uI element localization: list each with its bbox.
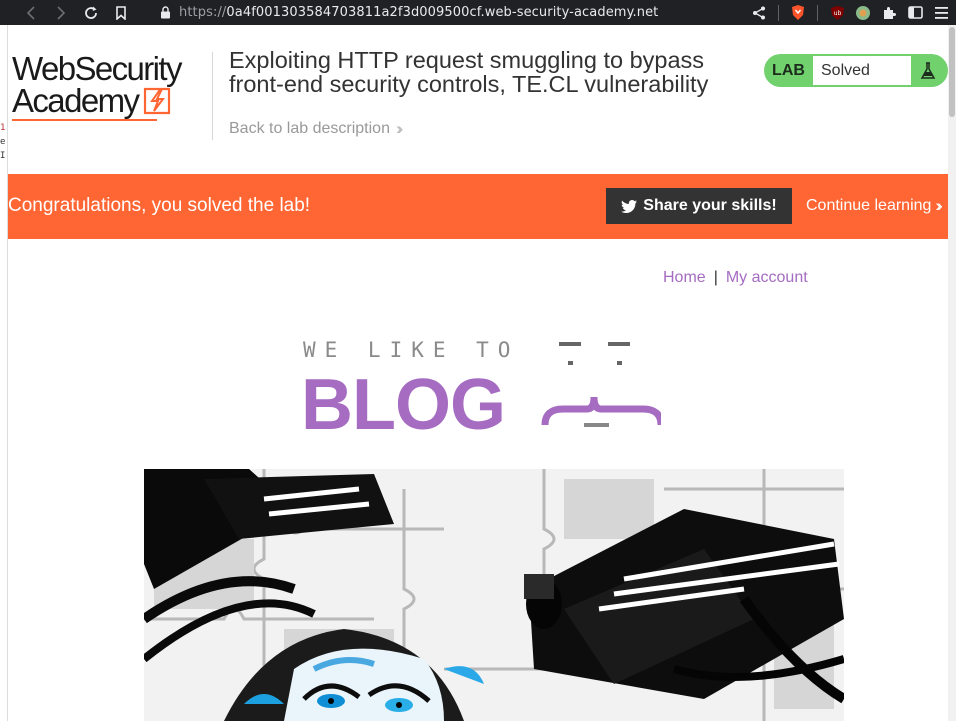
logo-bolt-icon	[144, 87, 171, 115]
header-divider	[212, 52, 213, 140]
svg-text:ub: ub	[833, 10, 841, 17]
page-content: WebSecurity Academy Exploiting HTTP requ…	[8, 25, 948, 721]
scrollbar-thumb[interactable]	[949, 27, 955, 117]
lab-status-widget: LAB Solved	[764, 54, 948, 87]
logo-line-1: WebSecurity	[12, 50, 182, 87]
congratulations-banner: Congratulations, you solved the lab! Sha…	[8, 174, 948, 239]
lab-title: Exploiting HTTP request smuggling to byp…	[229, 47, 709, 97]
ublock-icon[interactable]: ub	[824, 0, 850, 25]
twitter-icon	[621, 199, 638, 213]
brave-shield-icon[interactable]	[785, 0, 811, 25]
extension-circle-icon[interactable]	[850, 0, 876, 25]
logo-line-2: Academy	[12, 82, 140, 119]
share-skills-button[interactable]: Share your skills!	[606, 188, 792, 224]
toolbar-divider	[778, 4, 779, 21]
page-scrollbar[interactable]	[948, 25, 956, 721]
adjacent-window-edge: 1 e I	[0, 25, 8, 721]
browser-actions: ub	[746, 0, 956, 25]
url-prefix: https://	[179, 5, 227, 20]
bookmark-icon[interactable]	[106, 0, 136, 25]
home-link[interactable]: Home	[663, 269, 706, 286]
logo-blog-word: BLOG	[301, 365, 505, 445]
lab-status-value: Solved	[813, 56, 911, 85]
back-to-lab-link[interactable]: Back to lab description ››	[229, 119, 404, 139]
web-security-academy-logo[interactable]: WebSecurity Academy	[12, 50, 208, 121]
share-icon[interactable]	[746, 0, 772, 25]
sliver-text-2: e	[0, 137, 6, 147]
reload-icon[interactable]	[76, 0, 106, 25]
we-like-to-blog-logo: WE LIKE TO BLOG	[301, 339, 661, 445]
my-account-link[interactable]: My account	[726, 269, 808, 286]
sliver-text-1: 1	[0, 123, 6, 133]
forward-icon[interactable]	[46, 0, 76, 25]
share-skills-label: Share your skills!	[643, 197, 777, 214]
menu-icon[interactable]	[928, 0, 954, 25]
academy-header: WebSecurity Academy Exploiting HTTP requ…	[8, 25, 948, 174]
url-text: https://0a4f001303584703811a2f3d009500cf…	[179, 5, 658, 20]
congratulations-message: Congratulations, you solved the lab!	[8, 195, 311, 216]
url-host: 0a4f001303584703811a2f3d009500cf.web-sec…	[226, 5, 659, 20]
flask-icon	[911, 61, 945, 80]
continue-learning-link[interactable]: Continue learning ››	[806, 196, 943, 216]
logo-tagline: WE LIKE TO	[303, 339, 519, 362]
lab-status-label: LAB	[772, 61, 805, 79]
back-link-label: Back to lab description	[229, 120, 390, 137]
sliver-text-3: I	[0, 151, 6, 161]
continue-learning-label: Continue learning	[806, 197, 932, 214]
lock-icon	[160, 6, 171, 19]
extensions-puzzle-icon[interactable]	[876, 0, 902, 25]
sidebar-icon[interactable]	[902, 0, 928, 25]
blog-nav: Home | My account	[663, 269, 808, 287]
toolbar-divider	[817, 4, 818, 21]
address-bar[interactable]: https://0a4f001303584703811a2f3d009500cf…	[148, 0, 758, 25]
blog-hero-image	[144, 469, 844, 721]
logo-underline	[12, 119, 157, 121]
double-chevron-right-icon: ››	[935, 196, 943, 215]
nav-separator: |	[713, 269, 718, 286]
logo-face-icon	[541, 342, 661, 427]
double-chevron-right-icon: ››	[395, 119, 404, 138]
back-icon[interactable]	[16, 0, 46, 25]
